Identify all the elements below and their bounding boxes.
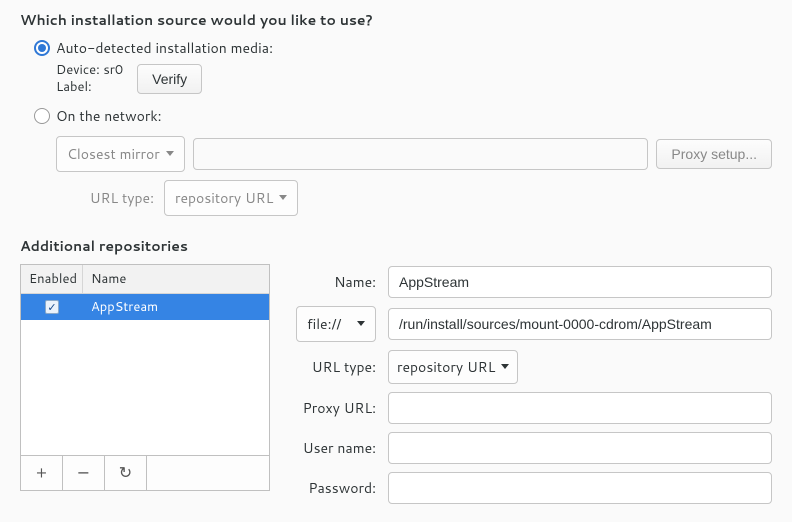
username-input[interactable]	[388, 432, 772, 464]
repo-name-input[interactable]	[388, 266, 772, 298]
refresh-repo-button[interactable]: ↻	[105, 456, 147, 490]
minus-icon: −	[77, 461, 90, 484]
table-row[interactable]: ✓ AppStream	[21, 294, 269, 320]
additional-repos-title: Additional repositories	[20, 236, 772, 256]
repo-name-cell: AppStream	[83, 294, 269, 320]
remove-repo-button[interactable]: −	[63, 456, 105, 490]
chevron-down-icon	[501, 364, 509, 369]
password-label: Password:	[296, 478, 376, 498]
checkbox-enabled[interactable]: ✓	[45, 300, 59, 314]
radio-auto-label: Auto-detected installation media:	[56, 38, 273, 58]
refresh-icon: ↻	[119, 461, 132, 484]
source-question: Which installation source would you like…	[20, 10, 772, 30]
radio-auto-detected[interactable]: Auto-detected installation media:	[34, 38, 772, 58]
add-repo-button[interactable]: +	[21, 456, 63, 490]
urltype-label: URL type:	[56, 188, 154, 208]
form-urltype-dropdown[interactable]: repository URL	[388, 350, 518, 384]
password-input[interactable]	[388, 472, 772, 504]
proxyurl-label: Proxy URL:	[296, 398, 376, 418]
plus-icon: +	[36, 461, 47, 484]
table-toolbar: + − ↻	[20, 456, 270, 491]
verify-button[interactable]: Verify	[137, 64, 202, 94]
repo-table-header: Enabled Name	[21, 265, 269, 294]
repo-url-input[interactable]	[388, 308, 772, 340]
chevron-down-icon	[357, 321, 365, 326]
scheme-dropdown[interactable]: file://	[296, 306, 376, 342]
chevron-down-icon	[166, 151, 174, 156]
radio-icon-unselected	[34, 108, 50, 124]
proxy-url-input[interactable]	[388, 392, 772, 424]
radio-network-label: On the network:	[56, 106, 162, 126]
urltype-dropdown[interactable]: repository URL	[164, 180, 298, 216]
col-name-header[interactable]: Name	[83, 265, 269, 293]
radio-network[interactable]: On the network:	[34, 106, 772, 126]
username-label: User name:	[296, 438, 376, 458]
form-urltype-label: URL type:	[296, 357, 376, 377]
repo-table: Enabled Name ✓ AppStream	[20, 264, 270, 456]
proxy-setup-button[interactable]: Proxy setup...	[656, 139, 772, 169]
mirror-dropdown[interactable]: Closest mirror	[56, 136, 185, 172]
chevron-down-icon	[279, 195, 287, 200]
radio-icon-selected	[34, 40, 50, 56]
network-url-input[interactable]	[193, 138, 649, 170]
col-enabled-header[interactable]: Enabled	[21, 265, 83, 293]
name-label: Name:	[296, 272, 376, 292]
device-info: Device: sr0 Label:	[56, 62, 123, 96]
